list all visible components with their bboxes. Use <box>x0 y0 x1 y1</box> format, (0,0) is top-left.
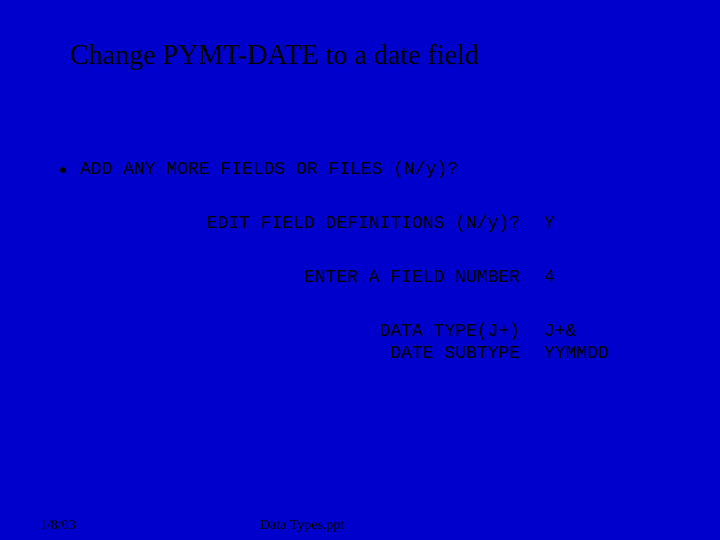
footer-date: 1/8/03 <box>40 518 76 534</box>
line-2: EDIT FIELD DEFINITIONS (N/y)? Y <box>60 214 670 234</box>
line-5-answer: YYMMDD <box>544 344 609 364</box>
line-5: DATE SUBTYPE YYMMDD <box>60 344 670 364</box>
bullet-row-1: ADD ANY MORE FIELDS OR FILES (N/y)? <box>60 160 670 180</box>
slide-body: ADD ANY MORE FIELDS OR FILES (N/y)? EDIT… <box>60 160 670 364</box>
line-2-answer: Y <box>544 214 555 234</box>
slide: Change PYMT-DATE to a date field ADD ANY… <box>0 0 720 540</box>
line-1-text: ADD ANY MORE FIELDS OR FILES (N/y)? <box>80 160 458 180</box>
line-2-label: EDIT FIELD DEFINITIONS (N/y)? <box>60 214 520 234</box>
line-4: DATA TYPE(J+) J+& <box>60 322 670 342</box>
line-4-answer: J+& <box>544 322 576 342</box>
line-1: ADD ANY MORE FIELDS OR FILES (N/y)? <box>80 160 458 180</box>
line-3-answer: 4 <box>544 268 555 288</box>
footer-filename: Data Types.ppt <box>260 518 344 534</box>
bullet-icon <box>60 167 66 173</box>
line-4-label: DATA TYPE(J+) <box>60 322 520 342</box>
line-3-label: ENTER A FIELD NUMBER <box>60 268 520 288</box>
line-3: ENTER A FIELD NUMBER 4 <box>60 268 670 288</box>
slide-title: Change PYMT-DATE to a date field <box>70 40 479 72</box>
line-5-label: DATE SUBTYPE <box>60 344 520 364</box>
